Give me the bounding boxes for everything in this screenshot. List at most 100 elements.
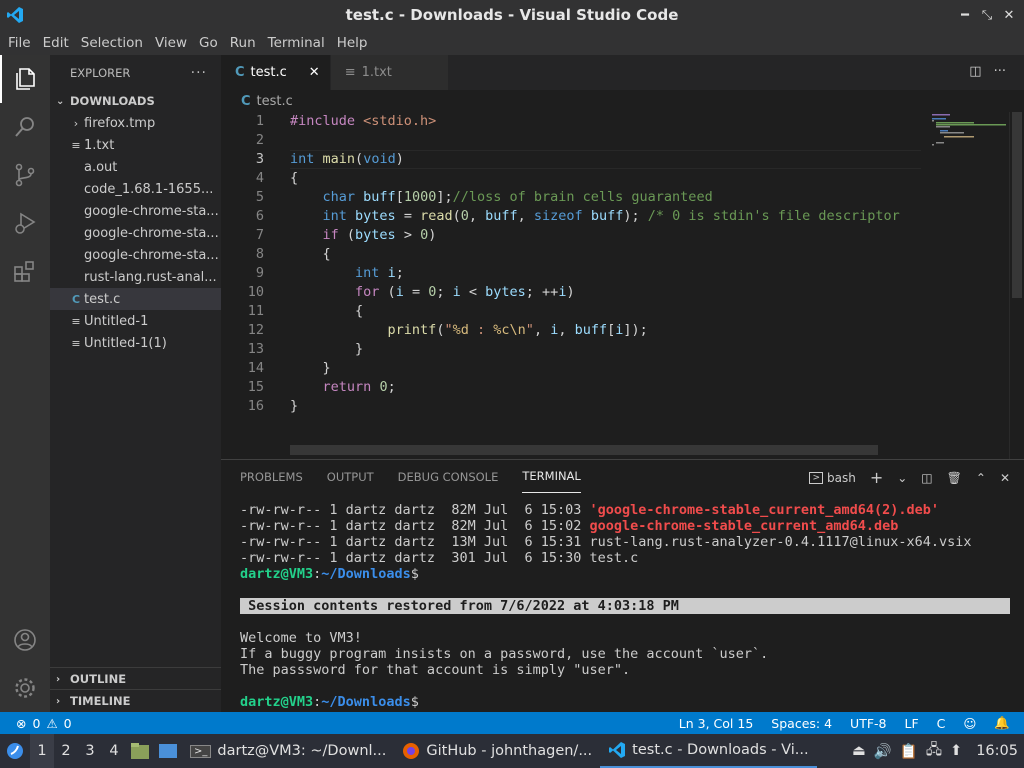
code-line: { [290,303,364,319]
text-file-icon: ≡ [71,138,81,152]
tree-item-test-c[interactable]: Ctest.c [50,288,221,310]
close-icon[interactable]: ✕ [1000,6,1018,24]
scrollbar-thumb[interactable] [1012,112,1022,298]
tree-item-firefox-tmp[interactable]: › firefox.tmp [50,112,221,134]
search-icon[interactable] [0,103,50,151]
line-number: 14 [247,360,264,376]
editor-vertical-scrollbar[interactable] [1009,112,1023,459]
menu-file[interactable]: File [2,35,37,51]
close-tab-icon[interactable]: ✕ [309,65,320,80]
tree-item-untitled-1[interactable]: ≡ Untitled-1 [50,310,221,332]
workspace-3[interactable]: 3 [78,734,102,768]
network-icon[interactable]: 🖧 [926,739,942,764]
close-panel-icon[interactable]: ✕ [1000,471,1010,485]
language-mode[interactable]: C [937,716,946,731]
more-actions-icon[interactable]: ··· [191,65,207,81]
tab-terminal[interactable]: TERMINAL [522,460,581,493]
extensions-icon[interactable] [0,247,50,295]
tree-item-a-out[interactable]: a.out [50,156,221,178]
tab-test-c[interactable]: C test.c ✕ [221,55,331,90]
line-number: 10 [247,284,264,300]
terminal-selector[interactable]: > bash [809,471,856,485]
tree-item-chrome-3[interactable]: google-chrome-sta... [50,244,221,266]
terminal-prompt: dartz@VM3:~/Downloads$ [240,694,419,710]
vscode-logo-icon [7,7,23,23]
code-line: int main(void) [290,151,404,167]
feedback-icon[interactable]: ☺ [963,716,976,731]
encoding[interactable]: UTF-8 [850,716,886,731]
line-ending[interactable]: LF [905,716,919,731]
cursor-position[interactable]: Ln 3, Col 15 [679,716,754,731]
file-manager-icon[interactable] [126,734,154,768]
menu-view[interactable]: View [149,35,193,51]
tree-item-rust-analyzer[interactable]: rust-lang.rust-anal... [50,266,221,288]
line-number: 8 [255,246,264,262]
run-debug-icon[interactable] [0,199,50,247]
explorer-icon[interactable] [0,55,50,103]
terminal[interactable]: -rw-rw-r-- 1 dartz dartz 82M Jul 6 15:03… [240,502,1010,710]
tree-item-untitled-1-1[interactable]: ≡ Untitled-1(1) [50,332,221,354]
tree-item-chrome-2[interactable]: google-chrome-sta... [50,222,221,244]
minimap[interactable] [924,112,1009,459]
usb-icon[interactable]: ⏏ [852,743,866,759]
error-count: 0 [32,715,41,731]
accounts-icon[interactable] [0,616,50,664]
problems-status[interactable]: ⊗ 0 ⚠ 0 [16,716,72,731]
breadcrumb[interactable]: C test.c [221,90,1024,112]
menu-selection[interactable]: Selection [75,35,149,51]
text-file-icon: ≡ [71,314,81,328]
timeline-label: TIMELINE [70,694,131,708]
line-number: 15 [247,379,264,395]
taskbar-app-vscode[interactable]: test.c - Downloads - Vi... [600,734,817,768]
line-number: 4 [255,170,264,186]
menu-edit[interactable]: Edit [37,35,75,51]
menu-go[interactable]: Go [193,35,224,51]
update-icon[interactable]: ⬆ [950,743,962,759]
c-file-icon: C [235,65,245,80]
restore-icon[interactable]: ⤡ [978,6,996,24]
workspace-1[interactable]: 1 [30,734,54,768]
tab-output[interactable]: OUTPUT [327,460,374,493]
breadcrumb-file: test.c [256,93,293,109]
tab-label: 1.txt [361,65,392,80]
trash-icon[interactable]: 🗑 [947,471,962,485]
tree-item-1-txt[interactable]: ≡ 1.txt [50,134,221,156]
maximize-panel-icon[interactable]: ⌃ [976,471,986,485]
taskbar-app-firefox[interactable]: GitHub - johnthagen/... [394,734,600,768]
chevron-down-icon[interactable]: ⌄ [897,471,907,485]
start-menu-icon[interactable] [0,734,30,768]
window-title: test.c - Downloads - Visual Studio Code [345,6,679,24]
taskbar-app-terminal[interactable]: >_ dartz@VM3: ~/Downl... [182,734,394,768]
indentation[interactable]: Spaces: 4 [771,716,832,731]
clock[interactable]: 16:05 [976,743,1018,759]
tree-item-label: google-chrome-sta... [84,225,219,241]
tree-item-chrome-1[interactable]: google-chrome-sta... [50,200,221,222]
more-actions-icon[interactable]: ··· [994,64,1006,79]
volume-icon[interactable]: 🔊 [874,743,892,760]
clipboard-icon[interactable]: 📋 [900,743,918,760]
tree-item-code-deb[interactable]: code_1.68.1-1655... [50,178,221,200]
manage-gear-icon[interactable] [0,664,50,712]
menu-run[interactable]: Run [224,35,262,51]
new-terminal-icon[interactable]: + [870,468,883,487]
notifications-bell-icon[interactable]: 🔔 [994,715,1010,731]
split-editor-icon[interactable]: ◫ [969,64,981,79]
code-line: return 0; [322,379,396,395]
timeline-section[interactable]: › TIMELINE [50,690,221,712]
minimize-icon[interactable]: ━ [956,6,974,24]
editor-horizontal-scrollbar[interactable] [290,445,878,455]
workspace-2[interactable]: 2 [54,734,78,768]
outline-section[interactable]: › OUTLINE [50,668,221,690]
tab-label: test.c [250,65,287,80]
split-terminal-icon[interactable]: ◫ [921,471,932,485]
menu-terminal[interactable]: Terminal [262,35,331,51]
tab-debug-console[interactable]: DEBUG CONSOLE [398,460,499,493]
folder-header[interactable]: ⌄ DOWNLOADS [50,90,221,112]
show-desktop-icon[interactable] [154,734,182,768]
source-control-icon[interactable] [0,151,50,199]
tab-1-txt[interactable]: ≡ 1.txt [330,55,449,90]
menu-help[interactable]: Help [331,35,374,51]
code-line: } [290,360,331,376]
workspace-4[interactable]: 4 [102,734,126,768]
tab-problems[interactable]: PROBLEMS [240,460,303,493]
